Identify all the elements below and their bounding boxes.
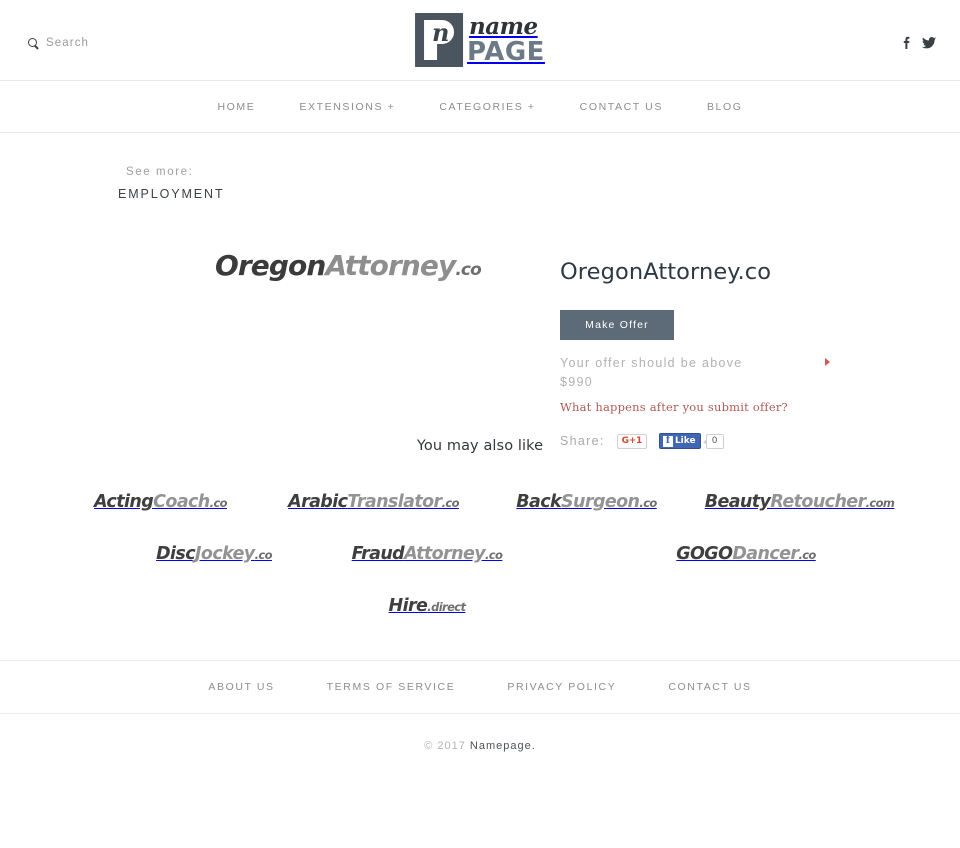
related-domain-logo: DiscJockey.co [156,544,272,564]
footer-link-terms-of-service[interactable]: TERMS OF SERVICE [301,681,482,693]
related-domain-item[interactable]: ArabicTranslator.co [267,476,480,528]
google-plus-one-button[interactable]: G+1 [616,433,647,449]
facebook-like-button[interactable]: f Like [658,433,701,449]
domain-detail-section: OregonAttorney.co OregonAttorney.co Make… [0,201,960,449]
share-label: Share: [560,434,605,448]
related-domain-word2: Translator [347,492,442,512]
logo-mark-glyph: n [432,18,450,47]
related-domain-logo: GOGODancer.co [676,544,816,564]
related-domain-word1: Arabic [288,492,348,512]
nav-item-categories[interactable]: CATEGORIES + [417,101,557,113]
copyright-brand: Namepage. [469,740,536,752]
related-domain-word1: Hire [388,596,428,616]
related-domain-word2: Jockey [195,544,255,564]
footer-link-contact-us[interactable]: CONTACT US [642,681,777,693]
related-domain-tld: .co [209,496,228,510]
footer-navigation: ABOUT US TERMS OF SERVICE PRIVACY POLICY… [0,660,960,714]
facebook-like-widget: f Like 0 [658,433,724,449]
related-domain-word1: Acting [94,492,154,512]
related-domain-tld: .co [254,548,273,562]
copyright-notice: © 2017 Namepage. [0,740,960,752]
breadcrumb-category-link[interactable]: EMPLOYMENT [118,187,960,201]
related-domain-logo: Hire.direct [389,596,466,616]
related-domain-word2: Coach [153,492,210,512]
copyright-year: © 2017 [424,740,466,752]
facebook-icon[interactable] [903,36,910,49]
nav-item-contact-us[interactable]: CONTACT US [558,101,685,113]
related-domain-word2: Retoucher [770,492,866,512]
related-domain-logo: ActingCoach.co [94,492,228,512]
logo-mark-icon: n [415,13,464,67]
related-domain-word1: Back [516,492,562,512]
domain-art-tld: .co [455,260,481,280]
related-domain-word1: Fraud [351,544,405,564]
domain-art-word2: Attorney [325,249,456,282]
related-domain-item[interactable]: BeautyRetoucher.com [693,476,906,528]
related-domain-tld: .co [441,496,460,510]
logo-wordmark: name PAGE [467,15,545,65]
footer-link-privacy-policy[interactable]: PRIVACY POLICY [481,681,642,693]
related-domain-logo: FraudAttorney.co [352,544,503,564]
footer-link-about-us[interactable]: ABOUT US [182,681,300,693]
related-domain-item[interactable]: BackSurgeon.co [480,476,693,528]
site-header: Search n name PAGE [0,0,960,81]
offer-minimum-note: Your offer should be above $990 [560,354,830,392]
nav-item-home[interactable]: HOME [195,101,277,113]
related-domain-word1: GOGO [676,544,733,564]
share-row: Share: G+1 f Like 0 [560,433,880,449]
related-domain-logo: BeautyRetoucher.com [705,492,895,512]
twitter-icon[interactable] [922,36,936,49]
related-domain-word1: Disc [156,544,196,564]
related-domain-tld: .co [485,548,503,562]
related-domain-item[interactable]: GOGODancer.co [640,528,853,580]
related-domain-item[interactable]: ActingCoach.co [54,476,267,528]
search-icon [28,37,39,49]
facebook-f-icon: f [662,435,673,447]
breadcrumb: See more: EMPLOYMENT [0,162,960,201]
domain-artwork: OregonAttorney.co [215,249,482,282]
site-logo[interactable]: n name PAGE [415,13,545,67]
related-domain-word2: Dancer [732,544,799,564]
related-domain-tld: .co [798,548,816,562]
arrow-right-icon [825,358,830,366]
related-domain-word2: Surgeon [561,492,640,512]
make-offer-button[interactable]: Make Offer [560,310,674,340]
logo-name-text: name [469,13,538,40]
related-domain-word1: Beauty [704,492,771,512]
header-social-links [903,36,936,49]
nav-item-extensions[interactable]: EXTENSIONS + [277,101,417,113]
related-domains-grid: ActingCoach.co ArabicTranslator.co BackS… [0,476,960,632]
related-domain-word2: Attorney [404,544,486,564]
see-more-label: See more: [126,166,194,178]
domain-art-word1: Oregon [215,249,326,282]
offer-panel: OregonAttorney.co Make Offer Your offer … [560,259,880,449]
nav-item-blog[interactable]: BLOG [685,101,765,113]
offer-minimum-text: Your offer should be above $990 [560,356,743,389]
related-domain-logo: BackSurgeon.co [516,492,657,512]
offer-help-link[interactable]: What happens after you submit offer? [560,400,788,414]
related-domain-item[interactable]: FraudAttorney.co [321,528,534,580]
facebook-like-label: Like [674,436,696,446]
search-label: Search [46,37,90,49]
page-title: OregonAttorney.co [560,259,772,285]
related-domain-item[interactable]: DiscJockey.co [108,528,321,580]
related-domain-tld: .com [865,496,895,510]
related-domain-item[interactable]: Hire.direct [321,580,534,632]
main-navigation: HOME EXTENSIONS + CATEGORIES + CONTACT U… [0,81,960,133]
related-domain-logo: ArabicTranslator.co [288,492,459,512]
logo-page-text: PAGE [467,37,545,67]
related-domain-tld: .direct [427,600,466,614]
you-may-also-like-section: You may also like ActingCoach.co ArabicT… [0,438,960,632]
related-domain-tld: .co [639,496,657,510]
facebook-like-count: 0 [702,433,724,449]
search-button[interactable]: Search [28,37,89,49]
